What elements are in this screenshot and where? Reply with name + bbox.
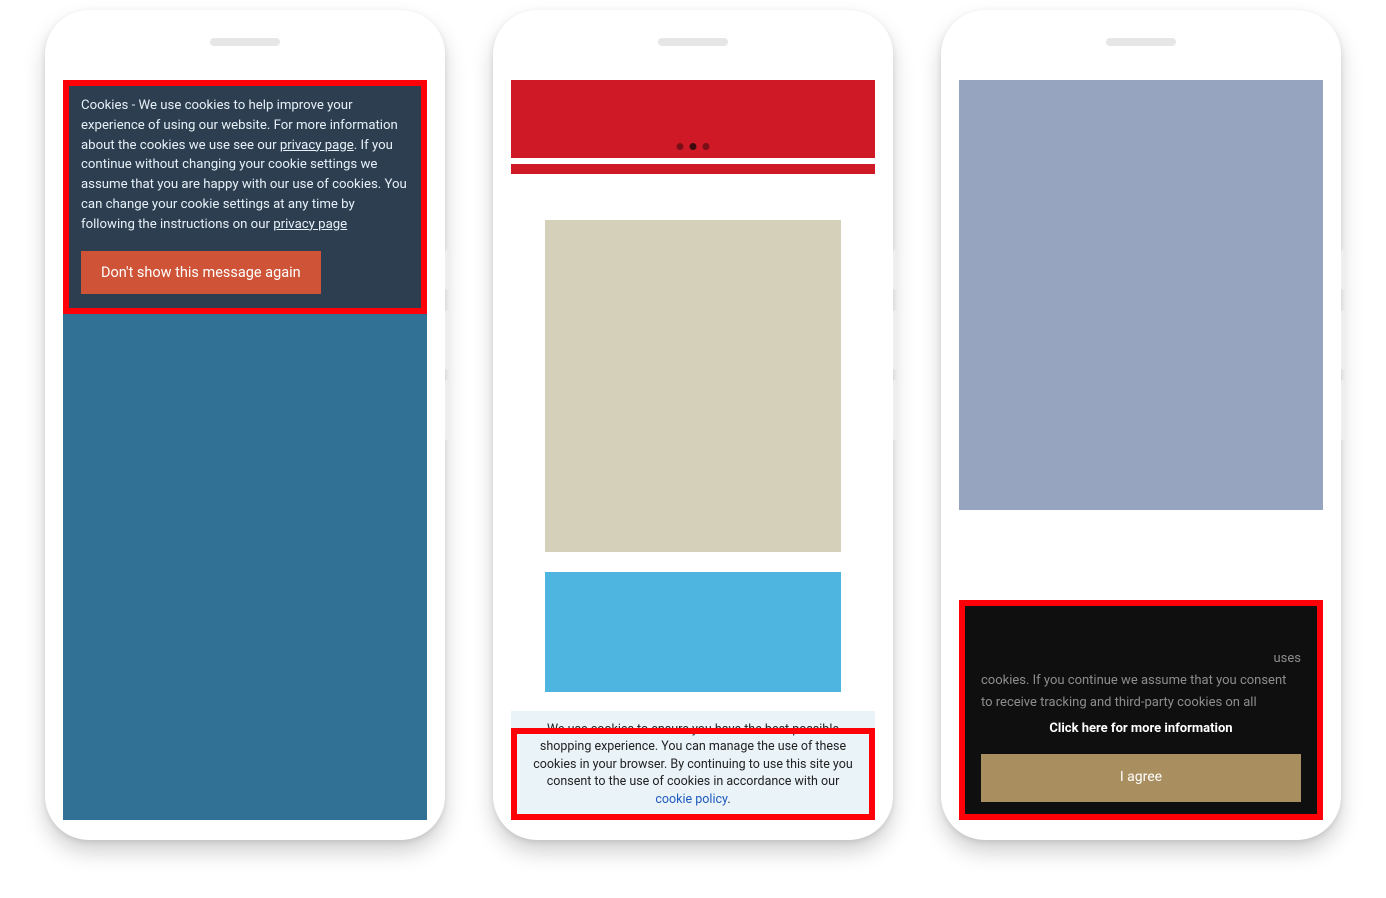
annotation-highlight (511, 728, 875, 820)
phone-mockup-2: our amazing We use cookies to ensure you… (493, 10, 893, 840)
annotation-highlight (959, 600, 1323, 820)
page-header-red (511, 80, 875, 158)
phone-screen-2: our amazing We use cookies to ensure you… (511, 80, 875, 820)
phone-side-button (1341, 380, 1345, 440)
phone-side-button (1341, 250, 1345, 290)
phone-side-button (893, 310, 897, 370)
carousel-dot-icon[interactable] (677, 143, 684, 150)
phone-side-button (893, 380, 897, 440)
phone-side-button (893, 250, 897, 290)
content-card-placeholder (545, 220, 841, 552)
content-card-placeholder (545, 572, 841, 692)
phone-mockup-1: Cookies - We use cookies to help improve… (45, 10, 445, 840)
phone-side-button (445, 310, 449, 370)
carousel-dots (677, 143, 710, 150)
phone-mockup-3: uses cookies. If you continue we assume … (941, 10, 1341, 840)
carousel-dot-icon[interactable] (703, 143, 710, 150)
carousel-dot-icon[interactable] (690, 143, 697, 150)
phone-speaker (210, 38, 280, 46)
phone-screen-3: uses cookies. If you continue we assume … (959, 80, 1323, 820)
page-body-placeholder (63, 312, 427, 820)
phone-side-button (445, 250, 449, 290)
phone-speaker (1106, 38, 1176, 46)
phone-speaker (658, 38, 728, 46)
phone-screen-1: Cookies - We use cookies to help improve… (63, 80, 427, 820)
page-body-placeholder (959, 80, 1323, 510)
phone-side-button (1341, 310, 1345, 370)
annotation-highlight (63, 80, 427, 314)
phone-side-button (445, 380, 449, 440)
header-divider (511, 164, 875, 174)
